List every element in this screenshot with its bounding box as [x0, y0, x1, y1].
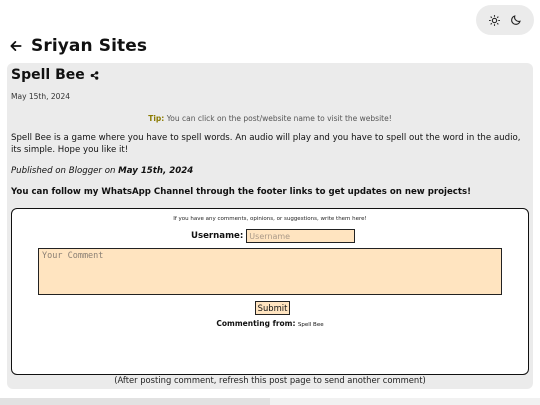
published-line: Published on Blogger on May 15th, 2024 [11, 166, 193, 176]
published-date: May 15th, 2024 [118, 166, 194, 176]
share-icon[interactable] [90, 70, 100, 80]
tip-text: You can click on the post/website name t… [166, 114, 392, 123]
username-row: Username: [191, 229, 356, 243]
tip-label: Tip: [148, 114, 165, 123]
moon-icon[interactable] [508, 12, 524, 28]
comment-form: If you have any comments, opinions, or s… [11, 208, 529, 375]
commenting-from-label: Commenting from: [216, 319, 296, 328]
tip-line: Tip: You can click on the post/website n… [7, 114, 533, 123]
comment-textarea[interactable] [38, 248, 502, 295]
follow-text: You can follow my WhatsApp Channel throu… [11, 187, 472, 197]
site-title[interactable]: Sriyan Sites [31, 36, 147, 56]
site-header: Sriyan Sites [9, 36, 147, 56]
arrow-left-icon[interactable] [9, 38, 25, 54]
commenting-from: Commenting from: Spell Bee [12, 319, 528, 328]
footer-segment [0, 398, 270, 405]
post-description: Spell Bee is a game where you have to sp… [11, 133, 521, 155]
comment-hint: If you have any comments, opinions, or s… [173, 216, 367, 222]
commenting-from-value: Spell Bee [297, 322, 324, 328]
submit-button[interactable]: Submit [255, 301, 290, 315]
post-card: Spell Bee May 15th, 2024 Tip: You can cl… [7, 63, 533, 389]
theme-toggle [476, 5, 534, 35]
post-title-row: Spell Bee [11, 67, 100, 83]
post-title[interactable]: Spell Bee [11, 67, 85, 83]
post-date: May 15th, 2024 [11, 92, 70, 101]
username-input[interactable] [246, 229, 356, 243]
published-prefix: Published on Blogger on [11, 166, 116, 176]
after-comment-note: (After posting comment, refresh this pos… [114, 375, 426, 385]
footer-bar [0, 398, 540, 405]
sun-icon[interactable] [487, 12, 503, 28]
username-label: Username: [191, 231, 244, 241]
